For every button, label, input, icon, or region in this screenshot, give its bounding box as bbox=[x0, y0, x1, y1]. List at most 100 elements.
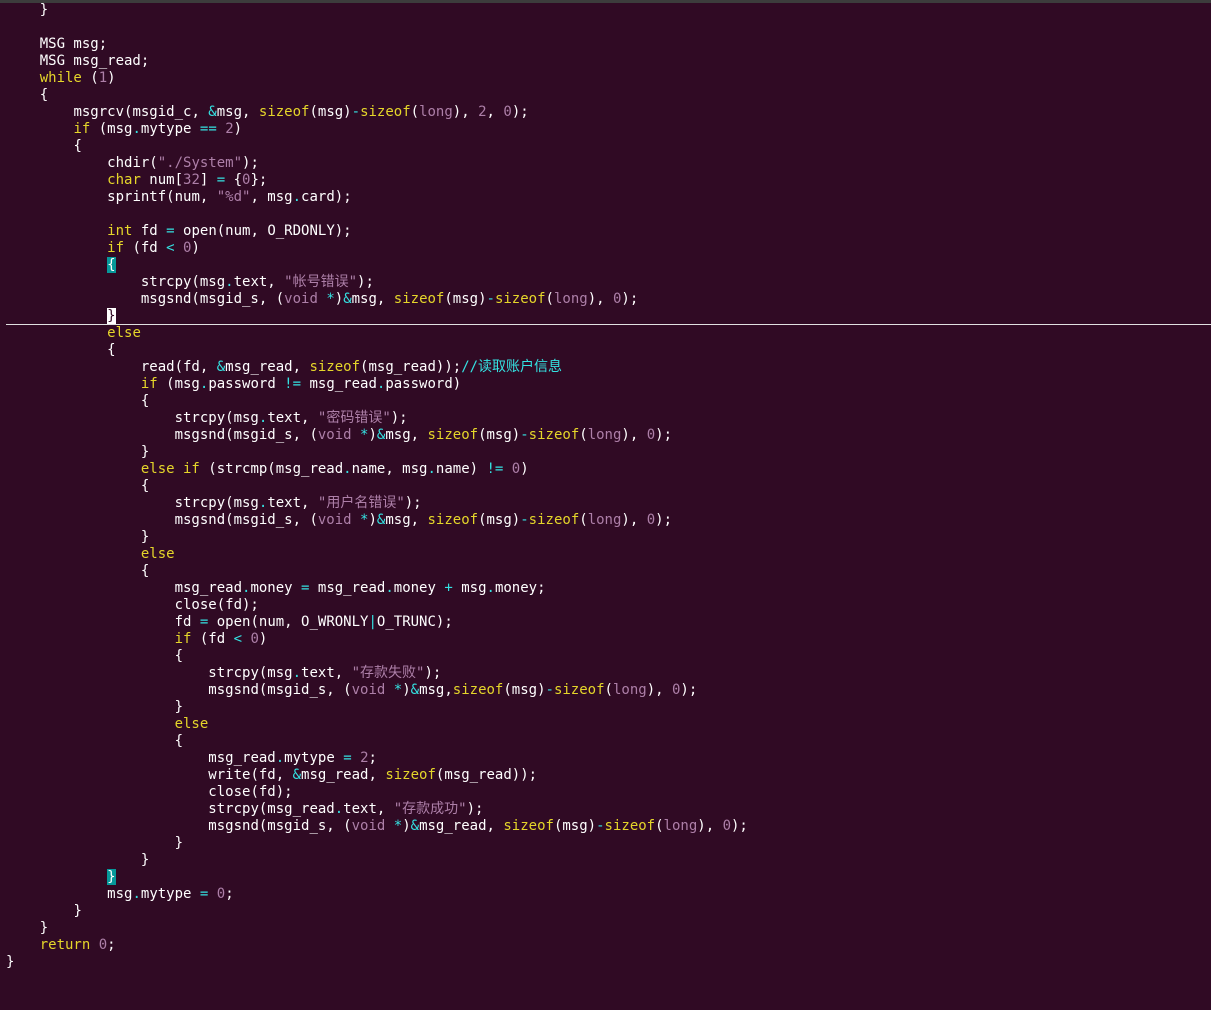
code-line[interactable]: { bbox=[6, 257, 1206, 274]
code-line[interactable]: { bbox=[6, 393, 1206, 410]
code-line[interactable]: } bbox=[6, 308, 1211, 325]
code-token: ) bbox=[334, 291, 344, 307]
code-line[interactable]: { bbox=[6, 87, 1206, 104]
code-editor[interactable]: } MSG msg; MSG msg_read; while (1) { msg… bbox=[6, 2, 1211, 971]
code-line[interactable]: MSG msg; bbox=[6, 36, 1206, 53]
code-line[interactable]: strcpy(msg_read.text, "存款成功"); bbox=[6, 801, 1206, 818]
code-token: ), bbox=[452, 104, 479, 120]
code-token: . bbox=[275, 750, 285, 766]
code-token: = bbox=[166, 223, 175, 239]
code-token: * bbox=[393, 818, 403, 834]
code-line[interactable]: if (fd < 0) bbox=[6, 240, 1206, 257]
code-line[interactable]: } bbox=[6, 835, 1206, 852]
code-line[interactable]: msgsnd(msgid_s, (void *)&msg, sizeof(msg… bbox=[6, 427, 1206, 444]
code-token: else bbox=[107, 325, 141, 341]
code-line[interactable]: if (msg.mytype == 2) bbox=[6, 121, 1206, 138]
code-line[interactable]: } bbox=[6, 920, 1206, 937]
code-token: }; bbox=[250, 172, 268, 188]
code-token: { bbox=[39, 87, 49, 103]
code-line[interactable]: strcpy(msg.text, "密码错误"); bbox=[6, 410, 1206, 427]
code-token: { bbox=[107, 257, 116, 273]
code-line[interactable]: msgsnd(msgid_s, (void *)&msg,sizeof(msg)… bbox=[6, 682, 1206, 699]
code-line[interactable]: else bbox=[6, 325, 1206, 342]
code-line[interactable]: if (msg.password != msg_read.password) bbox=[6, 376, 1206, 393]
code-token: 0 bbox=[646, 427, 656, 443]
code-line[interactable]: int fd = open(num, O_RDONLY); bbox=[6, 223, 1206, 240]
code-token: sizeof bbox=[528, 512, 580, 528]
code-token: sizeof bbox=[604, 818, 656, 834]
code-line[interactable]: fd = open(num, O_WRONLY|O_TRUNC); bbox=[6, 614, 1206, 631]
code-line[interactable]: chdir("./System"); bbox=[6, 155, 1206, 172]
code-token: } bbox=[107, 869, 116, 885]
code-line[interactable]: { bbox=[6, 478, 1206, 495]
code-line[interactable]: } bbox=[6, 699, 1206, 716]
code-token: ] bbox=[199, 172, 217, 188]
code-line[interactable]: msgsnd(msgid_s, (void *)&msg_read, sizeo… bbox=[6, 818, 1206, 835]
code-token: * bbox=[393, 682, 403, 698]
code-line[interactable]: } bbox=[6, 2, 1206, 19]
code-line[interactable]: else bbox=[6, 546, 1206, 563]
code-line[interactable] bbox=[6, 206, 1206, 223]
code-token: sizeof bbox=[427, 512, 479, 528]
code-token: ); bbox=[655, 512, 672, 528]
code-line[interactable]: } bbox=[6, 954, 1206, 971]
code-line[interactable]: char num[32] = {0}; bbox=[6, 172, 1206, 189]
code-token: 0 bbox=[250, 631, 259, 647]
code-token: (msg_read)); bbox=[360, 359, 462, 375]
code-line[interactable]: MSG msg_read; bbox=[6, 53, 1206, 70]
code-line[interactable]: } bbox=[6, 529, 1206, 546]
code-line[interactable]: { bbox=[6, 138, 1206, 155]
code-line[interactable]: if (fd < 0) bbox=[6, 631, 1206, 648]
code-line[interactable]: msg_read.money = msg_read.money + msg.mo… bbox=[6, 580, 1206, 597]
code-token: } bbox=[73, 903, 82, 919]
code-token: card); bbox=[301, 189, 352, 205]
code-line[interactable]: while (1) bbox=[6, 70, 1206, 87]
code-line[interactable]: read(fd, &msg_read, sizeof(msg_read));//… bbox=[6, 359, 1206, 376]
code-line[interactable]: strcpy(msg.text, "用户名错误"); bbox=[6, 495, 1206, 512]
code-line[interactable]: msgrcv(msgid_c, &msg, sizeof(msg)-sizeof… bbox=[6, 104, 1206, 121]
code-token: ); bbox=[242, 155, 259, 171]
code-token: ); bbox=[357, 274, 374, 290]
code-line[interactable]: } bbox=[6, 444, 1206, 461]
code-line[interactable]: { bbox=[6, 733, 1206, 750]
code-line[interactable]: msg.mytype = 0; bbox=[6, 886, 1206, 903]
code-line[interactable]: else bbox=[6, 716, 1206, 733]
code-line[interactable]: write(fd, &msg_read, sizeof(msg_read)); bbox=[6, 767, 1206, 784]
code-token: "存款失败" bbox=[351, 665, 425, 681]
code-line[interactable]: } bbox=[6, 852, 1206, 869]
code-token: - bbox=[545, 682, 554, 698]
code-token: while bbox=[39, 70, 82, 86]
code-token: } bbox=[140, 529, 150, 545]
code-token: "./System" bbox=[157, 155, 243, 171]
code-line[interactable]: { bbox=[6, 563, 1206, 580]
code-line[interactable]: strcpy(msg.text, "存款失败"); bbox=[6, 665, 1206, 682]
code-token: } bbox=[140, 444, 150, 460]
code-line[interactable]: close(fd); bbox=[6, 597, 1206, 614]
code-line[interactable]: return 0; bbox=[6, 937, 1206, 954]
code-line[interactable]: msg_read.mytype = 2; bbox=[6, 750, 1206, 767]
code-line[interactable] bbox=[6, 19, 1206, 36]
code-line[interactable]: msgsnd(msgid_s, (void *)&msg, sizeof(msg… bbox=[6, 512, 1206, 529]
code-token: ( bbox=[81, 70, 99, 86]
code-line[interactable]: sprintf(num, "%d", msg.card); bbox=[6, 189, 1206, 206]
code-line[interactable]: else if (strcmp(msg_read.name, msg.name)… bbox=[6, 461, 1206, 478]
code-token: - bbox=[596, 818, 605, 834]
code-line[interactable]: close(fd); bbox=[6, 784, 1206, 801]
code-line[interactable]: msgsnd(msgid_s, (void *)&msg, sizeof(msg… bbox=[6, 291, 1206, 308]
code-token: msg, bbox=[385, 427, 428, 443]
code-line[interactable]: strcpy(msg.text, "帐号错误"); bbox=[6, 274, 1206, 291]
code-line[interactable]: } bbox=[6, 903, 1206, 920]
code-line[interactable]: { bbox=[6, 648, 1206, 665]
code-line[interactable]: } bbox=[6, 869, 1206, 886]
code-line[interactable]: { bbox=[6, 342, 1206, 359]
